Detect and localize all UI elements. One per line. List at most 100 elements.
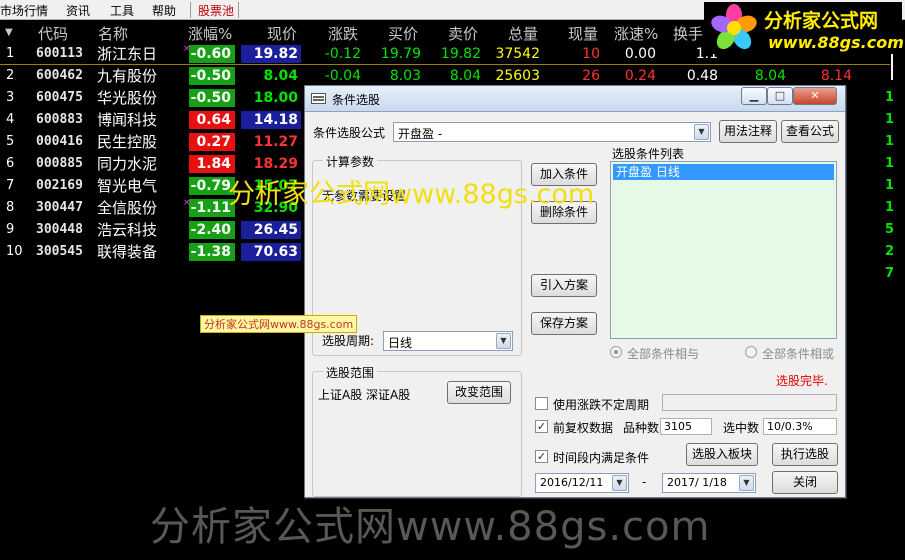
usage-notes-button[interactable]: 用法注释 — [719, 120, 777, 143]
picked-field: 10/0.3% — [763, 418, 837, 435]
change-pct-cell: -0.50 — [189, 89, 235, 107]
chevron-down-icon[interactable]: ▼ — [694, 124, 709, 140]
right-edge-value: 1 — [885, 90, 895, 105]
price-cell: 19.82 — [241, 45, 301, 63]
right-edge-value: 7 — [885, 266, 895, 281]
stock-code: 600113 — [36, 46, 83, 61]
stock-name: 浩云科技 — [97, 221, 158, 239]
ask-cell: 8.04 — [449, 68, 481, 84]
price-cell: 15.07 — [253, 178, 298, 194]
period-select[interactable]: 日线 ▼ — [383, 331, 513, 351]
stock-name: 博闻科技 — [97, 111, 158, 129]
condition-list[interactable]: 开盘盈 日线 — [610, 161, 837, 339]
maximize-icon: □ — [774, 89, 786, 102]
current-volume-cell: 10 — [582, 46, 600, 62]
dialog-titlebar[interactable]: 条件选股 ▁ □ ✕ — [305, 86, 845, 112]
menu-separator — [190, 2, 191, 18]
current-volume-cell: 26 — [582, 68, 600, 84]
right-edge-value: 5 — [885, 222, 895, 237]
table-row[interactable]: 2 600462 九有股份 -0.50 8.04 -0.04 8.03 8.04 25603 26… — [0, 65, 905, 87]
change-pct-cell: -1.11 — [189, 199, 235, 217]
radio-all-and-label: 全部条件相与 — [627, 347, 700, 361]
right-edge-value: 1 — [885, 112, 895, 127]
header-bid[interactable]: 买价 — [388, 23, 418, 43]
right-edge-value: 2 — [885, 244, 895, 259]
condition-list-title: 选股条件列表 — [612, 147, 685, 161]
menu-tools[interactable]: 工具 — [110, 2, 134, 19]
price-cell: 8.04 — [263, 68, 298, 84]
header-ask[interactable]: 卖价 — [448, 23, 478, 43]
header-speed[interactable]: 涨速% — [614, 23, 658, 43]
change-pct-cell: -0.60 — [189, 45, 235, 63]
change-range-button[interactable]: 改变范围 — [447, 381, 511, 404]
time-condition-checkbox[interactable]: ✓ — [535, 450, 548, 463]
menu-stock-pool[interactable]: 股票池 — [198, 2, 234, 19]
right-edge-value: 1 — [885, 134, 895, 149]
formula-select[interactable]: 开盘盈 - ▼ — [393, 122, 711, 142]
stock-name: 全信股份 — [97, 199, 158, 217]
logo-title: 分析家公式网 — [764, 10, 879, 32]
menu-separator — [238, 2, 239, 18]
header-code[interactable]: 代码 — [38, 23, 68, 43]
row-index: 2 — [6, 68, 15, 83]
date-range-dash: - — [642, 475, 647, 489]
header-current-volume[interactable]: 现量 — [568, 23, 598, 43]
uncertain-period-field — [662, 394, 837, 411]
turnover-cell: 0.48 — [686, 68, 718, 84]
to-board-button[interactable]: 选股入板块 — [686, 443, 758, 466]
period-select-value: 日线 — [388, 336, 413, 350]
watermark-large: 分析家公式网www.88gs.com — [150, 504, 711, 550]
stock-name: 华光股份 — [97, 89, 158, 107]
save-plan-button[interactable]: 保存方案 — [531, 312, 597, 335]
price-cell: 18.00 — [253, 90, 298, 106]
date-from-picker[interactable]: 2016/12/11 ▼ — [535, 473, 629, 493]
header-change[interactable]: 涨跌 — [328, 23, 358, 43]
run-screen-button[interactable]: 执行选股 — [772, 443, 838, 466]
import-plan-button[interactable]: 引入方案 — [531, 274, 597, 297]
radio-all-or[interactable] — [745, 346, 757, 358]
count-field: 3105 — [660, 418, 712, 435]
watermark-small: 分析家公式网www.88gs.com — [200, 315, 358, 333]
menu-news[interactable]: 资讯 — [66, 2, 90, 19]
change-pct-cell: -0.79 — [189, 177, 235, 195]
bid-cell: 19.79 — [380, 46, 421, 62]
add-condition-button[interactable]: 加入条件 — [531, 163, 597, 186]
row-index: 1 — [6, 46, 15, 61]
forward-adjust-checkbox[interactable]: ✓ — [535, 420, 548, 433]
period-label: 选股周期: — [322, 334, 375, 348]
change-pct-cell: 1.84 — [189, 155, 235, 173]
price-cell: 26.45 — [241, 221, 301, 239]
header-price[interactable]: 现价 — [267, 23, 297, 43]
menu-help[interactable]: 帮助 — [152, 2, 176, 19]
bid-cell: 8.03 — [389, 68, 421, 84]
chevron-down-icon[interactable]: ▼ — [496, 333, 511, 349]
date-to-picker[interactable]: 2017/ 1/18 ▼ — [662, 473, 756, 493]
minimize-button[interactable]: ▁ — [741, 87, 767, 105]
header-change-pct[interactable]: 涨幅% — [188, 23, 232, 43]
uncertain-period-label: 使用涨跌不定周期 — [553, 398, 650, 412]
flower-logo-icon — [711, 4, 757, 50]
radio-all-and[interactable] — [610, 346, 622, 358]
stock-name: 民生控股 — [97, 133, 158, 151]
stock-code: 300447 — [36, 200, 83, 215]
menu-market[interactable]: 市场行情 — [0, 2, 48, 19]
right-edge-value: 1 — [885, 156, 895, 171]
uncertain-period-checkbox[interactable] — [535, 397, 548, 410]
calc-params-title: 计算参数 — [323, 153, 378, 170]
stock-name: 智光电气 — [97, 177, 158, 195]
calc-params-text: 无参数需要设置 — [322, 189, 407, 203]
maximize-button[interactable]: □ — [767, 87, 793, 105]
condition-list-item[interactable]: 开盘盈 日线 — [613, 164, 834, 180]
close-window-button[interactable]: ✕ — [793, 87, 837, 105]
logo-url: www.88gs.com — [768, 33, 904, 52]
window-icon — [311, 93, 326, 104]
header-name[interactable]: 名称 — [98, 23, 128, 43]
header-volume[interactable]: 总量 — [508, 23, 538, 43]
status-text: 选股完毕. — [776, 374, 828, 388]
close-button[interactable]: 关闭 — [772, 471, 838, 494]
view-formula-button[interactable]: 查看公式 — [781, 120, 839, 143]
delete-condition-button[interactable]: 删除条件 — [531, 201, 597, 224]
chevron-down-icon[interactable]: ▼ — [612, 475, 627, 491]
chevron-down-icon[interactable]: ▼ — [739, 475, 754, 491]
stock-name: 九有股份 — [97, 67, 158, 85]
